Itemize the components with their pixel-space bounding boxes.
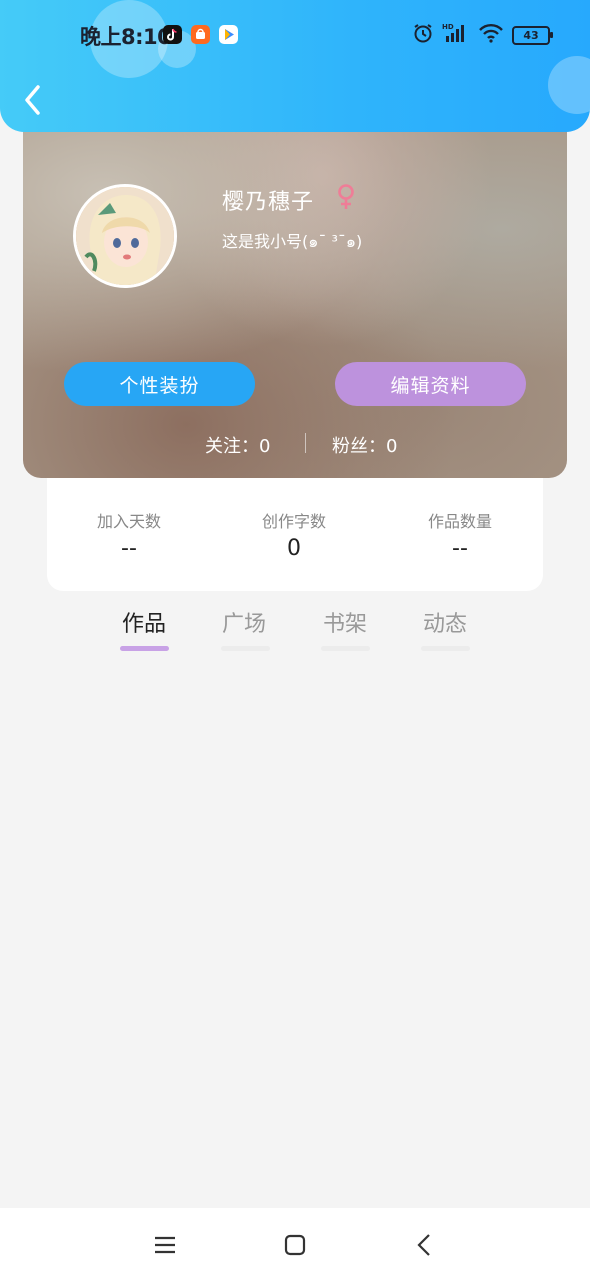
tab-indicator (421, 646, 470, 651)
svg-text:HD: HD (442, 23, 454, 31)
tab-bookshelf[interactable]: 书架 (310, 606, 380, 638)
follow-divider (305, 433, 306, 453)
stat-value: -- (452, 536, 468, 561)
tab-activity[interactable]: 动态 (410, 606, 480, 638)
tab-indicator (221, 646, 270, 651)
edit-profile-button[interactable]: 编辑资料 (335, 362, 526, 406)
video-player-icon (219, 25, 238, 44)
battery-icon: 43 (512, 25, 553, 45)
status-bar: 晚上8:10 HD 43 (0, 0, 590, 70)
stat-join-days: 加入天数 -- (59, 508, 199, 561)
status-time: 晚上8:10 (80, 25, 172, 49)
back-button[interactable] (18, 82, 50, 118)
fans-count[interactable]: 粉丝：0 (332, 432, 397, 458)
bio: 这是我小号(๑¯ ³¯๑) (222, 232, 363, 251)
home-button[interactable] (280, 1230, 310, 1260)
signal-hd-icon: HD (442, 22, 470, 48)
tab-square[interactable]: 广场 (209, 606, 279, 638)
top-header: 晚上8:10 HD 43 (0, 0, 590, 132)
stat-label: 创作字数 (261, 512, 326, 531)
nav-back-button[interactable] (410, 1230, 440, 1260)
avatar-illustration (76, 187, 174, 285)
following-count[interactable]: 关注：0 (205, 432, 270, 458)
menu-icon (155, 1236, 175, 1254)
alarm-icon (412, 22, 434, 48)
stat-value: -- (121, 536, 137, 561)
stat-word-count: 创作字数 0 (224, 508, 364, 561)
stat-works-count: 作品数量 -- (390, 508, 530, 561)
stat-label: 加入天数 (96, 512, 161, 531)
profile-card: 樱乃穗子 这是我小号(๑¯ ³¯๑) 个性装扮 编辑资料 关注：0 粉丝：0 (23, 122, 567, 478)
avatar[interactable] (73, 184, 177, 288)
stats-card: 加入天数 -- 创作字数 0 作品数量 -- (47, 470, 543, 591)
tab-indicator-active (120, 646, 169, 651)
tiktok-icon (163, 25, 182, 44)
taobao-icon (191, 25, 210, 44)
tab-works[interactable]: 作品 (109, 606, 179, 638)
menu-button[interactable] (150, 1230, 180, 1260)
chevron-left-icon (25, 85, 40, 115)
dress-up-button[interactable]: 个性装扮 (64, 362, 255, 406)
wifi-icon (478, 22, 504, 48)
tab-indicator (321, 646, 370, 651)
home-icon (284, 1234, 306, 1256)
nickname: 樱乃穗子 (222, 190, 315, 215)
female-icon (335, 183, 357, 211)
stat-value: 0 (287, 536, 301, 561)
status-icons: HD 43 (412, 22, 553, 48)
back-icon (417, 1234, 430, 1256)
stat-label: 作品数量 (427, 512, 492, 531)
system-nav-bar (0, 1208, 590, 1280)
